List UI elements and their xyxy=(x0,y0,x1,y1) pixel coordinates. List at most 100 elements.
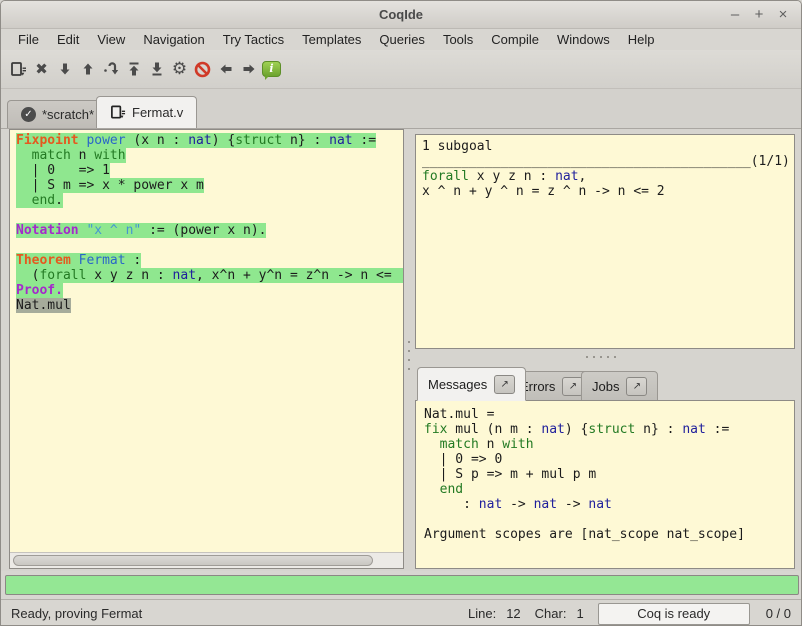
detach-icon[interactable]: ↗ xyxy=(494,375,515,394)
arrow-up-icon xyxy=(80,61,96,77)
code-line: | 0 => 1 xyxy=(16,163,403,178)
goal-panel[interactable]: 1 subgoal_______________________________… xyxy=(415,134,795,349)
close-buffer-button[interactable]: ✖ xyxy=(30,55,53,83)
tab-label: Messages xyxy=(428,377,487,392)
code-line: forall x y z n : nat, xyxy=(422,169,788,184)
curved-arrow-icon xyxy=(103,61,119,77)
menu-try-tactics[interactable]: Try Tactics xyxy=(214,30,293,49)
menu-edit[interactable]: Edit xyxy=(48,30,88,49)
go-to-start-button[interactable] xyxy=(122,55,145,83)
code-line: Argument scopes are [nat_scope nat_scope… xyxy=(424,527,786,542)
code-line: | S m => x * power x m xyxy=(16,178,403,193)
line-label: Line: xyxy=(468,606,496,621)
code-line: (forall x y z n : nat, x^n + y^n = z^n -… xyxy=(16,268,403,283)
menu-file[interactable]: File xyxy=(9,30,48,49)
messages-notebook-tabs: Messages ↗ Errors ↗ Jobs ↗ xyxy=(415,363,795,401)
about-button[interactable]: i xyxy=(260,55,283,83)
window-title: CoqIde xyxy=(1,7,801,22)
no-entry-icon xyxy=(194,61,211,78)
tab-fermat[interactable]: Fermat.v xyxy=(96,96,197,128)
code-line: Nat.mul = xyxy=(424,407,786,422)
code-line: end xyxy=(424,482,786,497)
go-to-cursor-button[interactable] xyxy=(99,55,122,83)
progress-bar xyxy=(5,575,799,595)
step-backward-button[interactable] xyxy=(76,55,99,83)
messages-content[interactable]: Nat.mul =fix mul (n m : nat) {struct n} … xyxy=(415,400,795,569)
source-editor-panel[interactable]: Fixpoint power (x n : nat) {struct n} : … xyxy=(9,129,404,569)
code-line xyxy=(16,238,403,253)
save-button[interactable] xyxy=(7,55,30,83)
menu-bar: File Edit View Navigation Try Tactics Te… xyxy=(1,29,801,50)
arrow-right-icon xyxy=(241,61,257,77)
char-value: 1 xyxy=(576,606,583,621)
menu-windows[interactable]: Windows xyxy=(548,30,619,49)
menu-view[interactable]: View xyxy=(88,30,134,49)
code-line: Notation "x ^ n" := (power x n). xyxy=(16,223,403,238)
code-line: 1 subgoal xyxy=(422,139,788,154)
titlebar[interactable]: CoqIde – + × xyxy=(1,1,801,29)
code-line: | S p => m + mul p m xyxy=(424,467,786,482)
code-line: match n with xyxy=(16,148,403,163)
menu-tools[interactable]: Tools xyxy=(434,30,482,49)
previous-button[interactable] xyxy=(214,55,237,83)
code-line: end. xyxy=(16,193,403,208)
code-line: : nat -> nat -> nat xyxy=(424,497,786,512)
editor-hscrollbar[interactable] xyxy=(10,552,403,568)
tab-label: Jobs xyxy=(592,379,619,394)
source-editor[interactable]: Fixpoint power (x n : nat) {struct n} : … xyxy=(10,130,403,552)
arrow-to-top-icon xyxy=(126,61,142,77)
buffer-tab-bar: ✓ *scratch* Fermat.v xyxy=(1,89,801,129)
interrupt-button[interactable] xyxy=(191,55,214,83)
code-line: Theorem Fermat : xyxy=(16,253,403,268)
close-icon[interactable]: × xyxy=(773,5,793,25)
menu-templates[interactable]: Templates xyxy=(293,30,370,49)
code-line: fix mul (n m : nat) {struct n} : nat := xyxy=(424,422,786,437)
menu-queries[interactable]: Queries xyxy=(370,30,434,49)
toolbar: ✖ ⚙ xyxy=(1,50,801,89)
coq-status-badge: Coq is ready xyxy=(598,603,750,625)
code-line: match n with xyxy=(424,437,786,452)
gear-icon: ⚙ xyxy=(172,59,187,79)
menu-compile[interactable]: Compile xyxy=(482,30,548,49)
editor-hscrollbar-thumb[interactable] xyxy=(13,555,373,566)
main-area: Fixpoint power (x n : nat) {struct n} : … xyxy=(1,129,801,571)
menu-help[interactable]: Help xyxy=(619,30,664,49)
step-forward-button[interactable] xyxy=(53,55,76,83)
goal-counter: 0 / 0 xyxy=(766,606,791,621)
vertical-paned-handle[interactable] xyxy=(406,341,412,370)
code-line: Proof. xyxy=(16,283,403,298)
cancel-icon: ✖ xyxy=(35,60,48,78)
status-text: Ready, proving Fermat xyxy=(11,606,142,621)
save-file-icon xyxy=(110,104,126,121)
char-label: Char: xyxy=(535,606,567,621)
check-circle-icon: ✓ xyxy=(21,107,36,122)
tab-messages[interactable]: Messages ↗ xyxy=(417,367,526,401)
maximize-icon[interactable]: + xyxy=(749,5,769,25)
line-value: 12 xyxy=(506,606,520,621)
code-line: ________________________________________… xyxy=(422,154,788,169)
code-line: x ^ n + y ^ n = z ^ n -> n <= 2 xyxy=(422,184,788,199)
arrow-to-bottom-icon xyxy=(149,61,165,77)
save-file-icon xyxy=(10,61,27,78)
arrow-down-icon xyxy=(57,61,73,77)
code-line: | 0 => 0 xyxy=(424,452,786,467)
tab-label: *scratch* xyxy=(42,107,94,122)
go-to-end-button[interactable] xyxy=(145,55,168,83)
status-bar: Ready, proving Fermat Line: 12 Char: 1 C… xyxy=(1,599,801,626)
tab-label: Fermat.v xyxy=(132,105,183,120)
code-line xyxy=(424,512,786,527)
code-line: Nat.mul xyxy=(16,298,403,313)
tab-scratch[interactable]: ✓ *scratch* xyxy=(7,100,108,128)
code-line: Fixpoint power (x n : nat) {struct n} : … xyxy=(16,133,403,148)
horizontal-paned-handle[interactable] xyxy=(586,356,616,358)
fully-check-button[interactable]: ⚙ xyxy=(168,55,191,83)
detach-icon[interactable]: ↗ xyxy=(626,377,647,396)
tab-jobs[interactable]: Jobs ↗ xyxy=(581,371,658,401)
info-icon: i xyxy=(262,61,281,77)
arrow-left-icon xyxy=(218,61,234,77)
coqide-window: CoqIde – + × File Edit View Navigation T… xyxy=(0,0,802,626)
code-line xyxy=(16,208,403,223)
minimize-icon[interactable]: – xyxy=(725,5,745,25)
menu-navigation[interactable]: Navigation xyxy=(134,30,213,49)
next-button[interactable] xyxy=(237,55,260,83)
